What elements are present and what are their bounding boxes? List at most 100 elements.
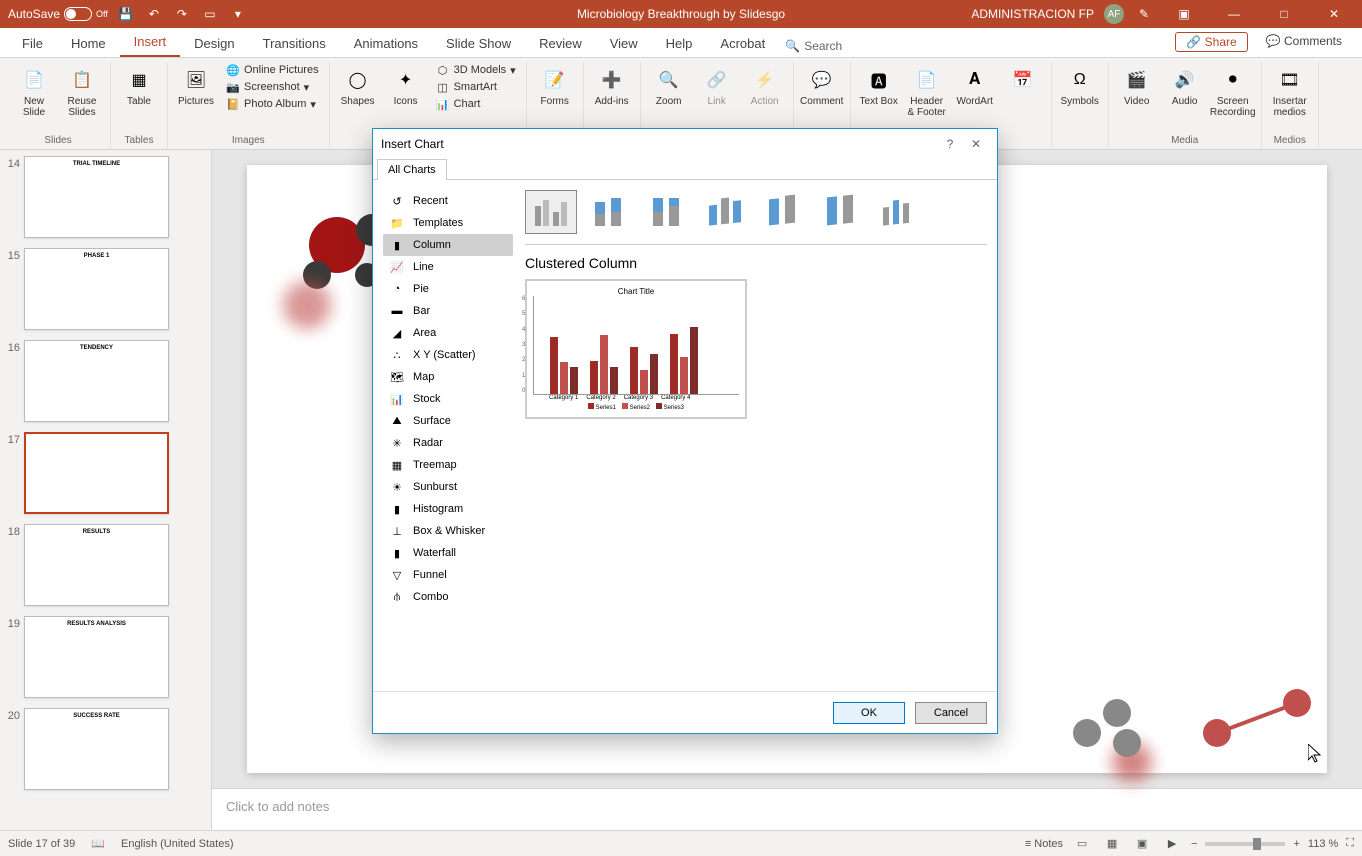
chart-type-xy[interactable]: ∴X Y (Scatter) [383,344,513,366]
zoom-button[interactable]: 🔍Zoom [647,62,691,111]
dialog-help-icon[interactable]: ? [937,131,963,157]
tell-me-search[interactable]: 🔍 Search [779,35,848,57]
insertar-medios-button[interactable]: 🎞Insertar medios [1268,62,1312,122]
tab-transitions[interactable]: Transitions [249,30,340,57]
chart-type-treemap[interactable]: ▦Treemap [383,454,513,476]
addins-button[interactable]: ➕Add-ins [590,62,634,111]
chart-type-funnel[interactable]: ▽Funnel [383,564,513,586]
tab-review[interactable]: Review [525,30,596,57]
action-button[interactable]: ⚡Action [743,62,787,111]
chart-button[interactable]: 📊Chart [432,96,520,112]
thumbnail-16[interactable]: TENDENCY [24,340,169,422]
pictures-button[interactable]: 🖼Pictures [174,62,218,111]
tab-animations[interactable]: Animations [340,30,432,57]
tab-insert[interactable]: Insert [120,28,181,57]
redo-icon[interactable]: ↷ [172,4,192,24]
autosave-toggle[interactable]: AutoSave Off [8,7,108,21]
header-footer-button[interactable]: 📄Header & Footer [905,62,949,122]
comment-button[interactable]: 💬Comment [800,62,844,111]
qat-dropdown-icon[interactable]: ▾ [228,4,248,24]
chart-type-histogram[interactable]: ▮Histogram [383,498,513,520]
chart-type-waterfall[interactable]: ▮Waterfall [383,542,513,564]
icons-button[interactable]: ✦Icons [384,62,428,111]
chart-type-area[interactable]: ◢Area [383,322,513,344]
chart-preview-thumbnail[interactable]: Chart Title 6543210 Category 1Category 2… [525,279,747,419]
subtype-100-stacked-column[interactable] [641,190,693,234]
screenshot-button[interactable]: 📷Screenshot ▾ [222,79,323,95]
shapes-button[interactable]: ◯Shapes [336,62,380,111]
subtype-stacked-column[interactable] [583,190,635,234]
tab-help[interactable]: Help [652,30,707,57]
thumbnail-15[interactable]: PHASE 1 [24,248,169,330]
share-button[interactable]: 🔗 Share [1175,32,1247,52]
thumbnail-18[interactable]: RESULTS [24,524,169,606]
minimize-icon[interactable]: — [1214,0,1254,28]
chart-type-boxwhisker[interactable]: ⊥Box & Whisker [383,520,513,542]
tab-slideshow[interactable]: Slide Show [432,30,525,57]
chart-type-bar[interactable]: ▬Bar [383,300,513,322]
undo-icon[interactable]: ↶ [144,4,164,24]
chart-type-combo[interactable]: ⫛Combo [383,586,513,608]
online-pictures-button[interactable]: 🌐Online Pictures [222,62,323,78]
subtype-3d-100-stacked-column[interactable] [815,190,867,234]
3d-models-button[interactable]: ⬡3D Models ▾ [432,62,520,78]
spell-check-icon[interactable]: 📖 [91,837,105,850]
smartart-button[interactable]: ◫SmartArt [432,79,520,95]
chart-type-line[interactable]: 📈Line [383,256,513,278]
table-button[interactable]: ▦Table [117,62,161,111]
fit-to-window-icon[interactable]: ⛶ [1346,837,1354,850]
chart-type-radar[interactable]: ✳Radar [383,432,513,454]
tab-design[interactable]: Design [180,30,248,57]
thumbnail-19[interactable]: RESULTS ANALYSIS [24,616,169,698]
close-icon[interactable]: ✕ [1314,0,1354,28]
ribbon-display-icon[interactable]: ▣ [1164,0,1204,28]
slideshow-view-icon[interactable]: ▶ [1161,834,1183,854]
dialog-close-icon[interactable]: ✕ [963,131,989,157]
zoom-in-icon[interactable]: + [1293,838,1299,850]
cancel-button[interactable]: Cancel [915,702,987,724]
text-more-button[interactable]: 📅 [1001,62,1045,100]
thumbnail-17[interactable] [24,432,169,514]
coming-soon-icon[interactable]: ✎ [1134,4,1154,24]
tab-home[interactable]: Home [57,30,120,57]
screen-recording-button[interactable]: ⏺Screen Recording [1211,62,1255,122]
ok-button[interactable]: OK [833,702,905,724]
chart-type-surface[interactable]: ⛰Surface [383,410,513,432]
reading-view-icon[interactable]: ▣ [1131,834,1153,854]
subtype-3d-stacked-column[interactable] [757,190,809,234]
reuse-slides-button[interactable]: 📋Reuse Slides [60,62,104,122]
chart-type-map[interactable]: 🗺Map [383,366,513,388]
notes-toggle[interactable]: ≡ Notes [1025,838,1063,850]
normal-view-icon[interactable]: ▭ [1071,834,1093,854]
notes-pane[interactable]: Click to add notes [212,788,1362,830]
chart-type-sunburst[interactable]: ☀Sunburst [383,476,513,498]
chart-type-stock[interactable]: 📊Stock [383,388,513,410]
language-status[interactable]: English (United States) [121,838,234,850]
tab-view[interactable]: View [596,30,652,57]
user-avatar[interactable]: AF [1104,4,1124,24]
video-button[interactable]: 🎬Video [1115,62,1159,111]
zoom-level[interactable]: 113 % [1308,838,1338,850]
sorter-view-icon[interactable]: ▦ [1101,834,1123,854]
zoom-slider[interactable] [1205,842,1285,846]
start-from-beginning-icon[interactable]: ▭ [200,4,220,24]
chart-type-column[interactable]: ▮Column [383,234,513,256]
photo-album-button[interactable]: 📔Photo Album ▾ [222,96,323,112]
thumbnail-14[interactable]: TRIAL TIMELINE [24,156,169,238]
subtype-clustered-column[interactable] [525,190,577,234]
chart-type-pie[interactable]: ◔Pie [383,278,513,300]
thumbnail-20[interactable]: SUCCESS RATE [24,708,169,790]
tab-all-charts[interactable]: All Charts [377,159,447,180]
save-icon[interactable]: 💾 [116,4,136,24]
chart-type-recent[interactable]: ↺Recent [383,190,513,212]
new-slide-button[interactable]: 📄New Slide [12,62,56,122]
subtype-3d-column[interactable] [873,190,925,234]
wordart-button[interactable]: 𝐀WordArt [953,62,997,111]
textbox-button[interactable]: 🅰Text Box [857,62,901,111]
slide-counter[interactable]: Slide 17 of 39 [8,838,75,850]
slide-thumbnails-panel[interactable]: 14TRIAL TIMELINE 15PHASE 1 16TENDENCY 17… [0,150,212,830]
link-button[interactable]: 🔗Link [695,62,739,111]
subtype-3d-clustered-column[interactable] [699,190,751,234]
tab-acrobat[interactable]: Acrobat [706,30,779,57]
zoom-out-icon[interactable]: − [1191,838,1197,850]
